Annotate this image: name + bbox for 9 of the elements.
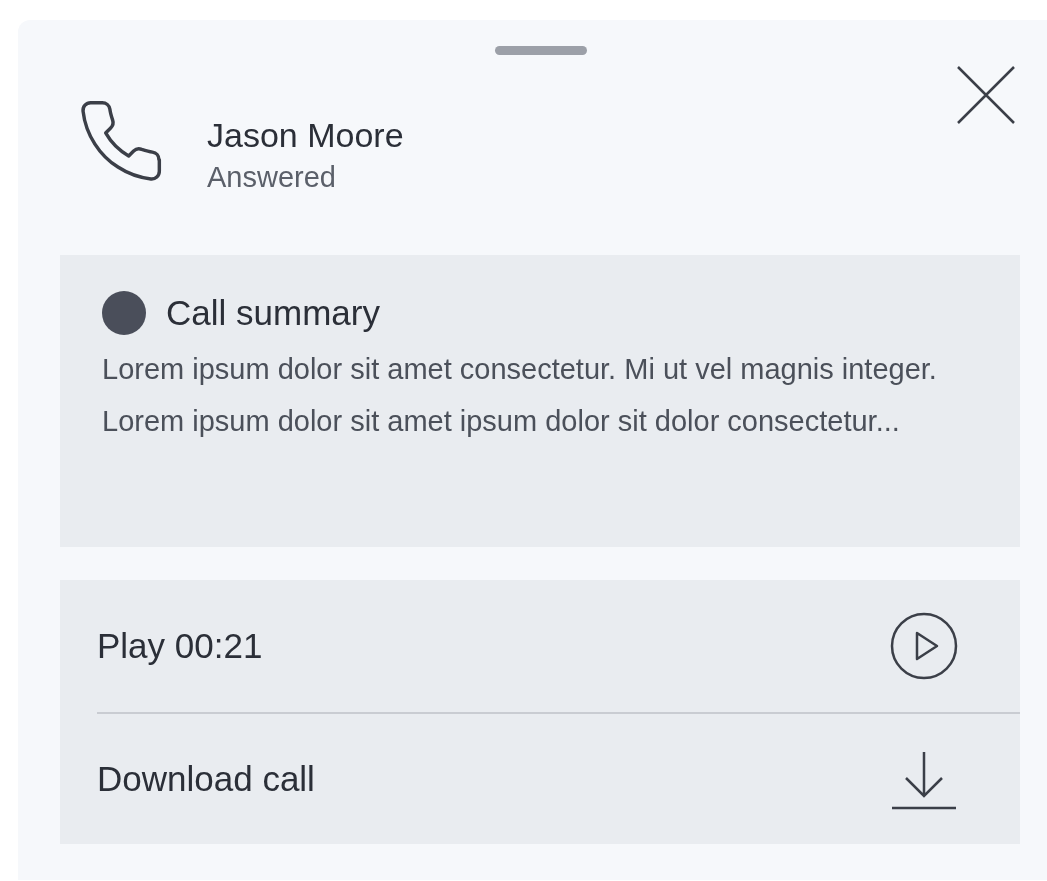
download-button[interactable]: Download call xyxy=(97,712,1020,844)
close-icon[interactable] xyxy=(956,65,1016,125)
drag-handle[interactable] xyxy=(495,46,587,55)
contact-name: Jason Moore xyxy=(207,115,404,156)
play-button[interactable]: Play 00:21 xyxy=(97,580,1020,712)
play-icon xyxy=(890,612,958,680)
call-status: Answered xyxy=(207,160,337,195)
summary-text: Lorem ipsum dolor sit amet consectetur. Mi ut vel magnis integer. Lorem ipsum dolor sit amet ipsum dolor sit dolor consectetur... xyxy=(102,352,938,439)
summary-title: Call summary xyxy=(166,292,380,334)
